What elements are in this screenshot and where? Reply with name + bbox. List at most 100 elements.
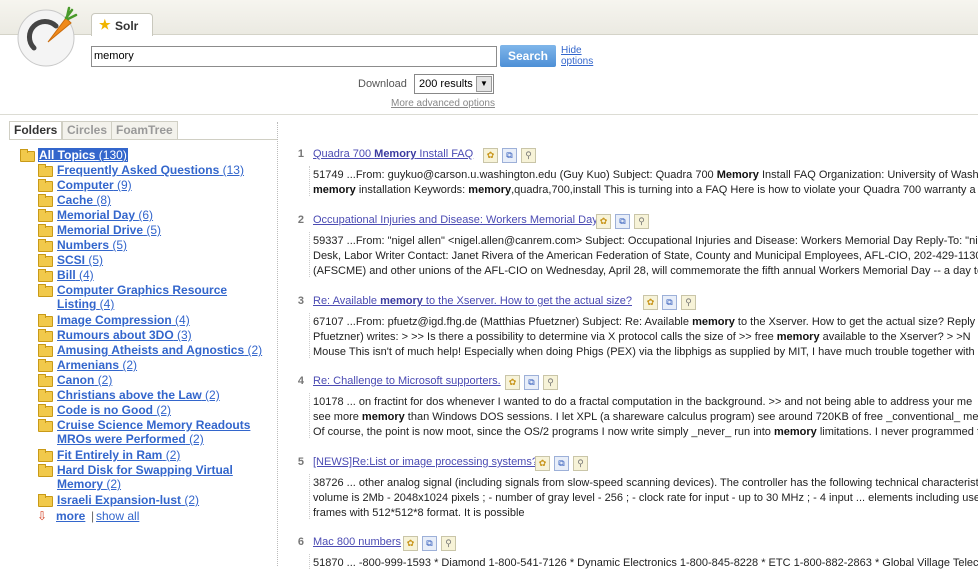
tree-item-label[interactable]: Armenians (2) — [57, 358, 137, 372]
folder-icon — [38, 389, 53, 402]
result-title-link[interactable]: Re: Available memory to the Xserver. How… — [313, 295, 632, 307]
folder-icon — [38, 224, 53, 237]
expand-more-icon: ⇩ — [37, 509, 48, 523]
tree-item-label[interactable]: Christians above the Law (2) — [57, 388, 220, 402]
cluster-icon[interactable]: ✿ — [483, 148, 498, 163]
tab-circles[interactable]: Circles — [62, 121, 113, 139]
folder-icon — [38, 179, 53, 192]
snippet-line: volume is 2Mb - 2048x1024 pixels ; - num… — [313, 492, 978, 504]
new-window-icon[interactable]: ⧉ — [662, 295, 677, 310]
tree-item-text-2: MROs were Performed — [57, 432, 186, 446]
result-snippet: 67107 ...From: pfuetz@igd.fhg.de (Matthi… — [313, 315, 978, 360]
folder-icon — [38, 344, 53, 357]
tree-item-count: (4) — [99, 297, 115, 311]
snippet-line: Pfuetzner) writes: > >> Is there a possi… — [313, 331, 971, 343]
more-separator: | — [91, 509, 95, 523]
tab-folders[interactable]: Folders — [9, 121, 63, 139]
tree-item-count: (3) — [177, 328, 192, 342]
tree-item-label[interactable]: Rumours about 3DO (3) — [57, 328, 192, 342]
tree-root-label[interactable]: All Topics (130) — [38, 148, 128, 162]
tree-item-label[interactable]: Image Compression (4) — [57, 313, 190, 327]
star-icon: ★ — [99, 17, 111, 32]
tab-solr[interactable]: ★ Solr — [91, 13, 153, 36]
tree-item-text: Memorial Drive — [57, 223, 144, 237]
search-input[interactable]: memory — [91, 46, 497, 67]
download-select[interactable]: 200 results ▼ — [414, 74, 494, 94]
snippet-line: (AFSCME) and other unions of the AFL-CIO… — [313, 265, 978, 277]
tree-item-label[interactable]: Israeli Expansion-lust (2) — [57, 493, 199, 507]
tree-item-label[interactable]: SCSI (5) — [57, 253, 103, 267]
result-snippet-bar — [309, 166, 311, 196]
tree-item-label[interactable]: Cache (8) — [57, 193, 111, 207]
tree-item-label[interactable]: Code is no Good (2) — [57, 403, 171, 417]
hide-options-label-2: options — [561, 56, 594, 67]
new-window-icon[interactable]: ⧉ — [554, 456, 569, 471]
tree-item-label[interactable]: Computer (9) — [57, 178, 132, 192]
folder-icon — [38, 269, 53, 282]
cluster-icon[interactable]: ✿ — [596, 214, 611, 229]
search-button[interactable]: Search — [500, 45, 556, 67]
tree-item-text: Canon — [57, 373, 95, 387]
new-window-icon[interactable]: ⧉ — [615, 214, 630, 229]
result-title-link[interactable]: [NEWS]Re:List or image processing system… — [313, 456, 538, 468]
tree-item-text: Image Compression — [57, 313, 172, 327]
tree-item-label[interactable]: Frequently Asked Questions (13) — [57, 163, 244, 177]
result-number: 2 — [297, 214, 304, 226]
cluster-icon[interactable]: ✿ — [535, 456, 550, 471]
tree-item-text-2: Listing — [57, 297, 97, 311]
new-window-icon[interactable]: ⧉ — [524, 375, 539, 390]
tree-item-count: (2) — [122, 358, 138, 372]
tree-item-label[interactable]: Fit Entirely in Ram (2) — [57, 448, 180, 462]
snippet-line: 10178 ... on fractint for dos whenever I… — [313, 396, 973, 408]
tree-item-label[interactable]: Memorial Day (6) — [57, 208, 153, 222]
tree-item-label[interactable]: Cruise Science Memory Readouts MROs were … — [57, 418, 250, 446]
result-title-link[interactable]: Mac 800 numbers — [313, 536, 401, 548]
tree-item-label[interactable]: Amusing Atheists and Agnostics (2) — [57, 343, 262, 357]
snippet-line: Mouse This isn't of much help! Especiall… — [313, 346, 978, 358]
preview-icon[interactable]: ⚲ — [441, 536, 456, 551]
tab-foamtree[interactable]: FoamTree — [111, 121, 178, 139]
preview-icon[interactable]: ⚲ — [543, 375, 558, 390]
tree-item-label[interactable]: Canon (2) — [57, 373, 112, 387]
result-title-link[interactable]: Quadra 700 Memory Install FAQ — [313, 148, 473, 160]
folder-icon — [38, 254, 53, 267]
tree-item-count: (8) — [96, 193, 112, 207]
advanced-options-link[interactable]: More advanced options — [391, 98, 495, 109]
result-snippet: 51749 ...From: guykuo@carson.u.washingto… — [313, 168, 978, 198]
result-title-link[interactable]: Occupational Injuries and Disease: Worke… — [313, 214, 598, 226]
more-link[interactable]: more — [56, 509, 85, 523]
tree-item-text: Rumours about 3DO — [57, 328, 174, 342]
cluster-icon[interactable]: ✿ — [403, 536, 418, 551]
tree-item-count: (2) — [247, 343, 263, 357]
tree-item-label[interactable]: Computer Graphics Resource Listing (4) — [57, 283, 227, 311]
preview-icon[interactable]: ⚲ — [634, 214, 649, 229]
folder-icon — [38, 314, 53, 327]
tree-root-text: All Topics — [39, 148, 96, 162]
preview-icon[interactable]: ⚲ — [521, 148, 536, 163]
new-window-icon[interactable]: ⧉ — [422, 536, 437, 551]
folder-icon — [38, 374, 53, 387]
result-title-link[interactable]: Re: Challenge to Microsoft supporters. — [313, 375, 501, 387]
tree-item-text: Fit Entirely in Ram — [57, 448, 163, 462]
show-all-link[interactable]: show all — [96, 509, 139, 523]
tree-item-label[interactable]: Bill (4) — [57, 268, 94, 282]
preview-icon[interactable]: ⚲ — [573, 456, 588, 471]
tree-item-label[interactable]: Numbers (5) — [57, 238, 127, 252]
chevron-down-icon[interactable]: ▼ — [476, 76, 492, 92]
folder-icon — [38, 449, 53, 462]
new-window-icon[interactable]: ⧉ — [502, 148, 517, 163]
snippet-line: memory installation Keywords: memory,qua… — [313, 184, 976, 196]
tree-item-label[interactable]: Memorial Drive (5) — [57, 223, 161, 237]
snippet-line: 51749 ...From: guykuo@carson.u.washingto… — [313, 169, 978, 181]
result-number: 6 — [297, 536, 304, 548]
hide-options-link[interactable]: Hide options — [561, 45, 593, 67]
cluster-icon[interactable]: ✿ — [643, 295, 658, 310]
carrot-logo-icon[interactable] — [14, 4, 80, 68]
result-snippet: 10178 ... on fractint for dos whenever I… — [313, 395, 978, 440]
tree-item-text-2: Memory — [57, 477, 104, 491]
result-number: 4 — [297, 375, 304, 387]
tree-item-label[interactable]: Hard Disk for Swapping Virtual Memory (2) — [57, 463, 233, 491]
cluster-icon[interactable]: ✿ — [505, 375, 520, 390]
snippet-line: 59337 ...From: "nigel allen" <nigel.alle… — [313, 235, 978, 247]
preview-icon[interactable]: ⚲ — [681, 295, 696, 310]
